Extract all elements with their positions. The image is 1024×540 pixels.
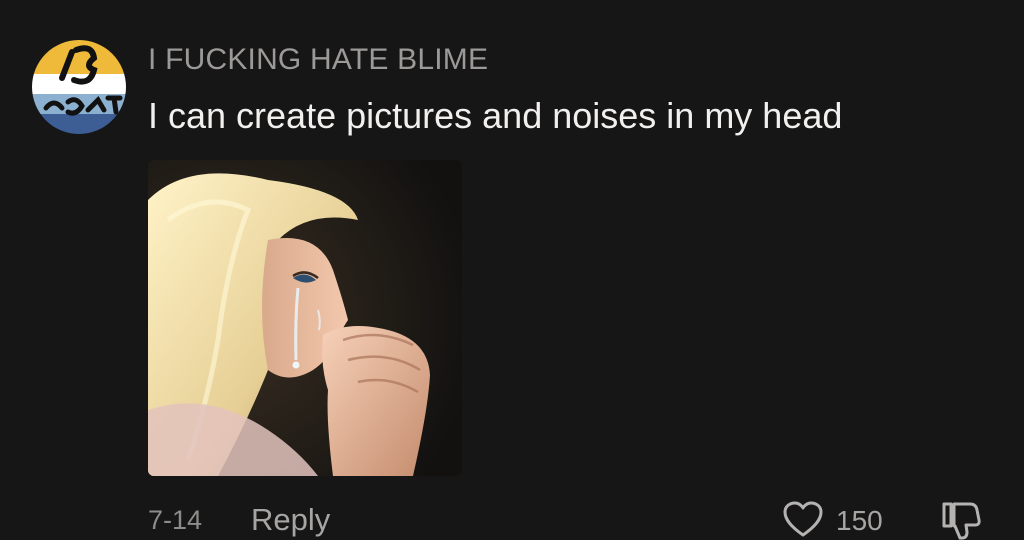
reply-button[interactable]: Reply	[251, 502, 330, 538]
avatar[interactable]	[32, 40, 126, 134]
comment-text: I can create pictures and noises in my h…	[148, 95, 843, 136]
comment-date: 7-14	[148, 505, 203, 535]
comment-username[interactable]: I FUCKING HATE BLIME	[148, 43, 488, 77]
like-count: 150	[836, 505, 883, 536]
comment-item: I FUCKING HATE BLIME I can create pictur…	[0, 0, 1024, 540]
comment-attached-image[interactable]	[148, 160, 462, 476]
heart-outline-icon[interactable]	[782, 500, 824, 538]
thumbs-down-outline-icon[interactable]	[940, 500, 982, 540]
